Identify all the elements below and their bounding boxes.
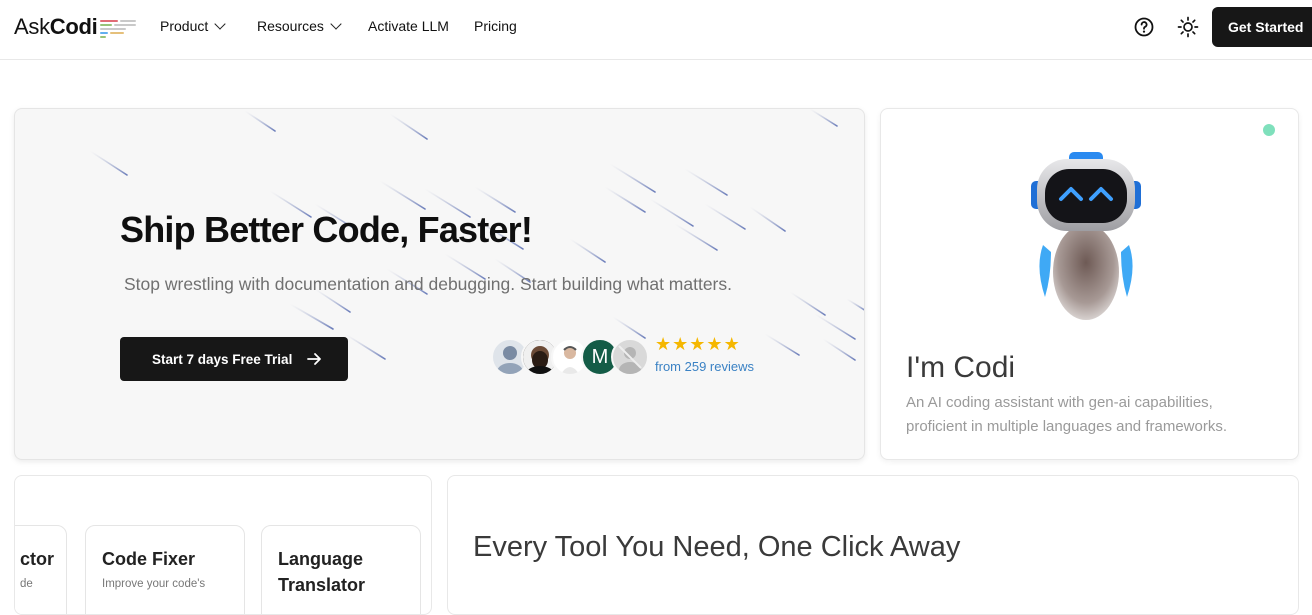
tool-title: ctor <box>20 549 55 569</box>
nav-resources[interactable]: Resources <box>257 18 342 34</box>
tool-card-language-translator[interactable]: Language Translator <box>261 525 421 614</box>
codi-title: I'm Codi <box>906 351 1016 384</box>
nav-pricing[interactable]: Pricing <box>474 18 517 34</box>
codi-robot-illustration <box>1031 152 1141 320</box>
star-icon: ★ <box>706 334 724 354</box>
online-status-dot <box>1263 124 1275 136</box>
star-icon: ★ <box>672 334 690 354</box>
reviews-link[interactable]: from 259 reviews <box>655 359 754 374</box>
logo-ask-text: Ask <box>14 14 50 39</box>
start-free-trial-button[interactable]: Start 7 days Free Trial <box>120 337 348 381</box>
tools-carousel: ctor de Code Fixer Improve your code's L… <box>14 475 432 615</box>
nav-pricing-label: Pricing <box>474 18 517 34</box>
chevron-down-icon <box>214 18 226 30</box>
tool-desc: de <box>20 578 33 590</box>
avatar <box>611 338 649 376</box>
codi-card: I'm Codi An AI coding assistant with gen… <box>880 108 1299 460</box>
rating-stars: ★★★★★ <box>655 334 741 355</box>
nav-activate-llm[interactable]: Activate LLM <box>368 18 449 34</box>
start-free-trial-label: Start 7 days Free Trial <box>152 351 293 367</box>
nav-product-label: Product <box>160 18 209 34</box>
star-icon: ★ <box>689 334 707 354</box>
tool-card-code-fixer[interactable]: Code Fixer Improve your code's <box>85 525 245 614</box>
tool-title: Code Fixer <box>102 549 196 569</box>
star-icon: ★ <box>655 334 673 354</box>
logo-codi-text: Codi <box>49 14 98 39</box>
arrow-right-icon <box>307 353 322 365</box>
logo-code-lines-icon <box>100 16 140 38</box>
nav-resources-label: Resources <box>257 18 324 34</box>
codi-description: An AI coding assistant with gen-ai capab… <box>906 394 1227 435</box>
nav-activate-llm-label: Activate LLM <box>368 18 449 34</box>
hero-title: Ship Better Code, Faster! <box>120 209 533 250</box>
tool-title: Language Translator <box>278 549 366 595</box>
hero-subtitle: Stop wrestling with documentation and de… <box>124 274 732 294</box>
hero-card: Ship Better Code, Faster! Stop wrestling… <box>14 108 865 460</box>
star-icon: ★ <box>723 334 741 354</box>
every-tool-section: Every Tool You Need, One Click Away <box>447 475 1299 615</box>
nav-product[interactable]: Product <box>160 18 226 34</box>
chevron-down-icon <box>330 18 342 30</box>
get-started-button[interactable]: Get Started <box>1212 7 1312 47</box>
section-title: Every Tool You Need, One Click Away <box>473 531 961 563</box>
top-navbar: Ask Codi Product Resources Activate LLM P… <box>0 0 1312 60</box>
tool-card-refactor[interactable]: ctor de <box>15 525 67 614</box>
sun-icon[interactable] <box>1177 16 1199 38</box>
question-circle-icon[interactable] <box>1133 16 1155 38</box>
tool-desc: Improve your code's <box>102 578 206 590</box>
askcodi-logo[interactable]: Ask Codi <box>14 12 140 42</box>
